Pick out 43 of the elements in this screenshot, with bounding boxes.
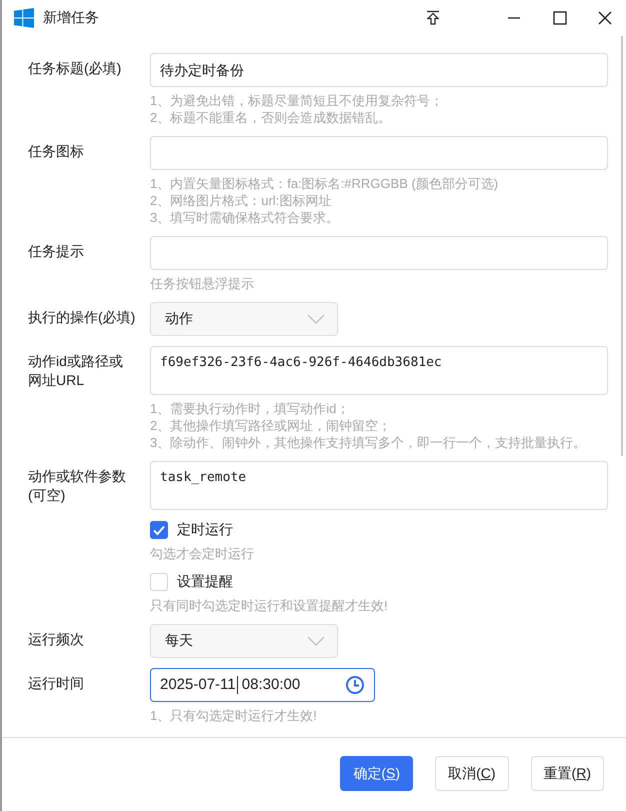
field-label: 任务提示 <box>28 243 84 259</box>
hint-text: 1、内置矢量图标格式：fa:图标名:#RRGGBB (颜色部分可选) <box>150 175 500 192</box>
text-field[interactable] <box>150 136 608 170</box>
checkbox-label[interactable]: 定时运行 <box>177 521 233 539</box>
field-label: 任务标题(必填) <box>28 60 122 76</box>
field-label: 动作id或路径或网址URL <box>28 353 123 388</box>
text-field[interactable] <box>150 236 608 270</box>
datetime-field[interactable]: 2025-07-11 08:30:00 <box>150 668 375 702</box>
dropdown[interactable]: 每天 <box>150 624 338 658</box>
hint-text: 3、填写时需确保格式符合要求。 <box>150 209 340 226</box>
hint-text: 2、网络图片格式：url:图标网址 <box>150 192 332 209</box>
hint-text: 勾选才会定时运行 <box>150 545 255 562</box>
chevron-down-icon <box>307 314 325 324</box>
dialog-button[interactable]: 确定(S) <box>340 756 414 791</box>
field-label: 动作或软件参数(可空) <box>28 468 126 503</box>
clock-icon[interactable] <box>345 675 365 695</box>
pin-icon[interactable] <box>425 10 441 26</box>
hint-text: 任务按钮悬浮提示 <box>150 275 255 292</box>
hint-text: 2、其他操作填写路径或网址，闹钟留空； <box>150 417 392 434</box>
checkbox-label[interactable]: 设置提醒 <box>177 573 233 591</box>
close-icon[interactable] <box>598 11 612 25</box>
hint-text: 2、标题不能重名，否则会造成数据错乱。 <box>150 109 392 126</box>
dialog-button[interactable]: 取消(C) <box>435 756 509 791</box>
hint-text: 1、为避免出错，标题尽量简短且不使用复杂符号； <box>150 92 444 109</box>
dialog-button[interactable]: 重置(R) <box>530 756 604 791</box>
window-title: 新增任务 <box>43 9 99 27</box>
chevron-down-icon <box>307 636 325 646</box>
windows-logo-icon <box>14 8 34 28</box>
maximize-icon[interactable] <box>553 11 567 25</box>
checkbox[interactable] <box>150 521 168 539</box>
hint-text: 1、需要执行动作时，填写动作id； <box>150 400 350 417</box>
field-label: 执行的操作(必填) <box>28 309 136 325</box>
field-label: 运行时间 <box>28 675 84 691</box>
hint-text: 只有同时勾选定时运行和设置提醒才生效! <box>150 597 389 614</box>
hint-text: 1、只有勾选定时运行才生效! <box>150 707 318 724</box>
field-label: 任务图标 <box>28 143 84 159</box>
dropdown[interactable]: 动作 <box>150 302 338 336</box>
text-area[interactable]: task_remote <box>150 461 608 510</box>
hint-text: 3、除动作、闹钟外，其他操作支持填写多个，即一行一个，支持批量执行。 <box>150 434 588 451</box>
minimize-icon[interactable] <box>506 17 522 19</box>
field-label: 运行频次 <box>28 631 84 647</box>
text-area[interactable]: f69ef326-23f6-4ac6-926f-4646db3681ec <box>150 346 608 395</box>
text-field[interactable]: 待办定时备份 <box>150 53 608 87</box>
